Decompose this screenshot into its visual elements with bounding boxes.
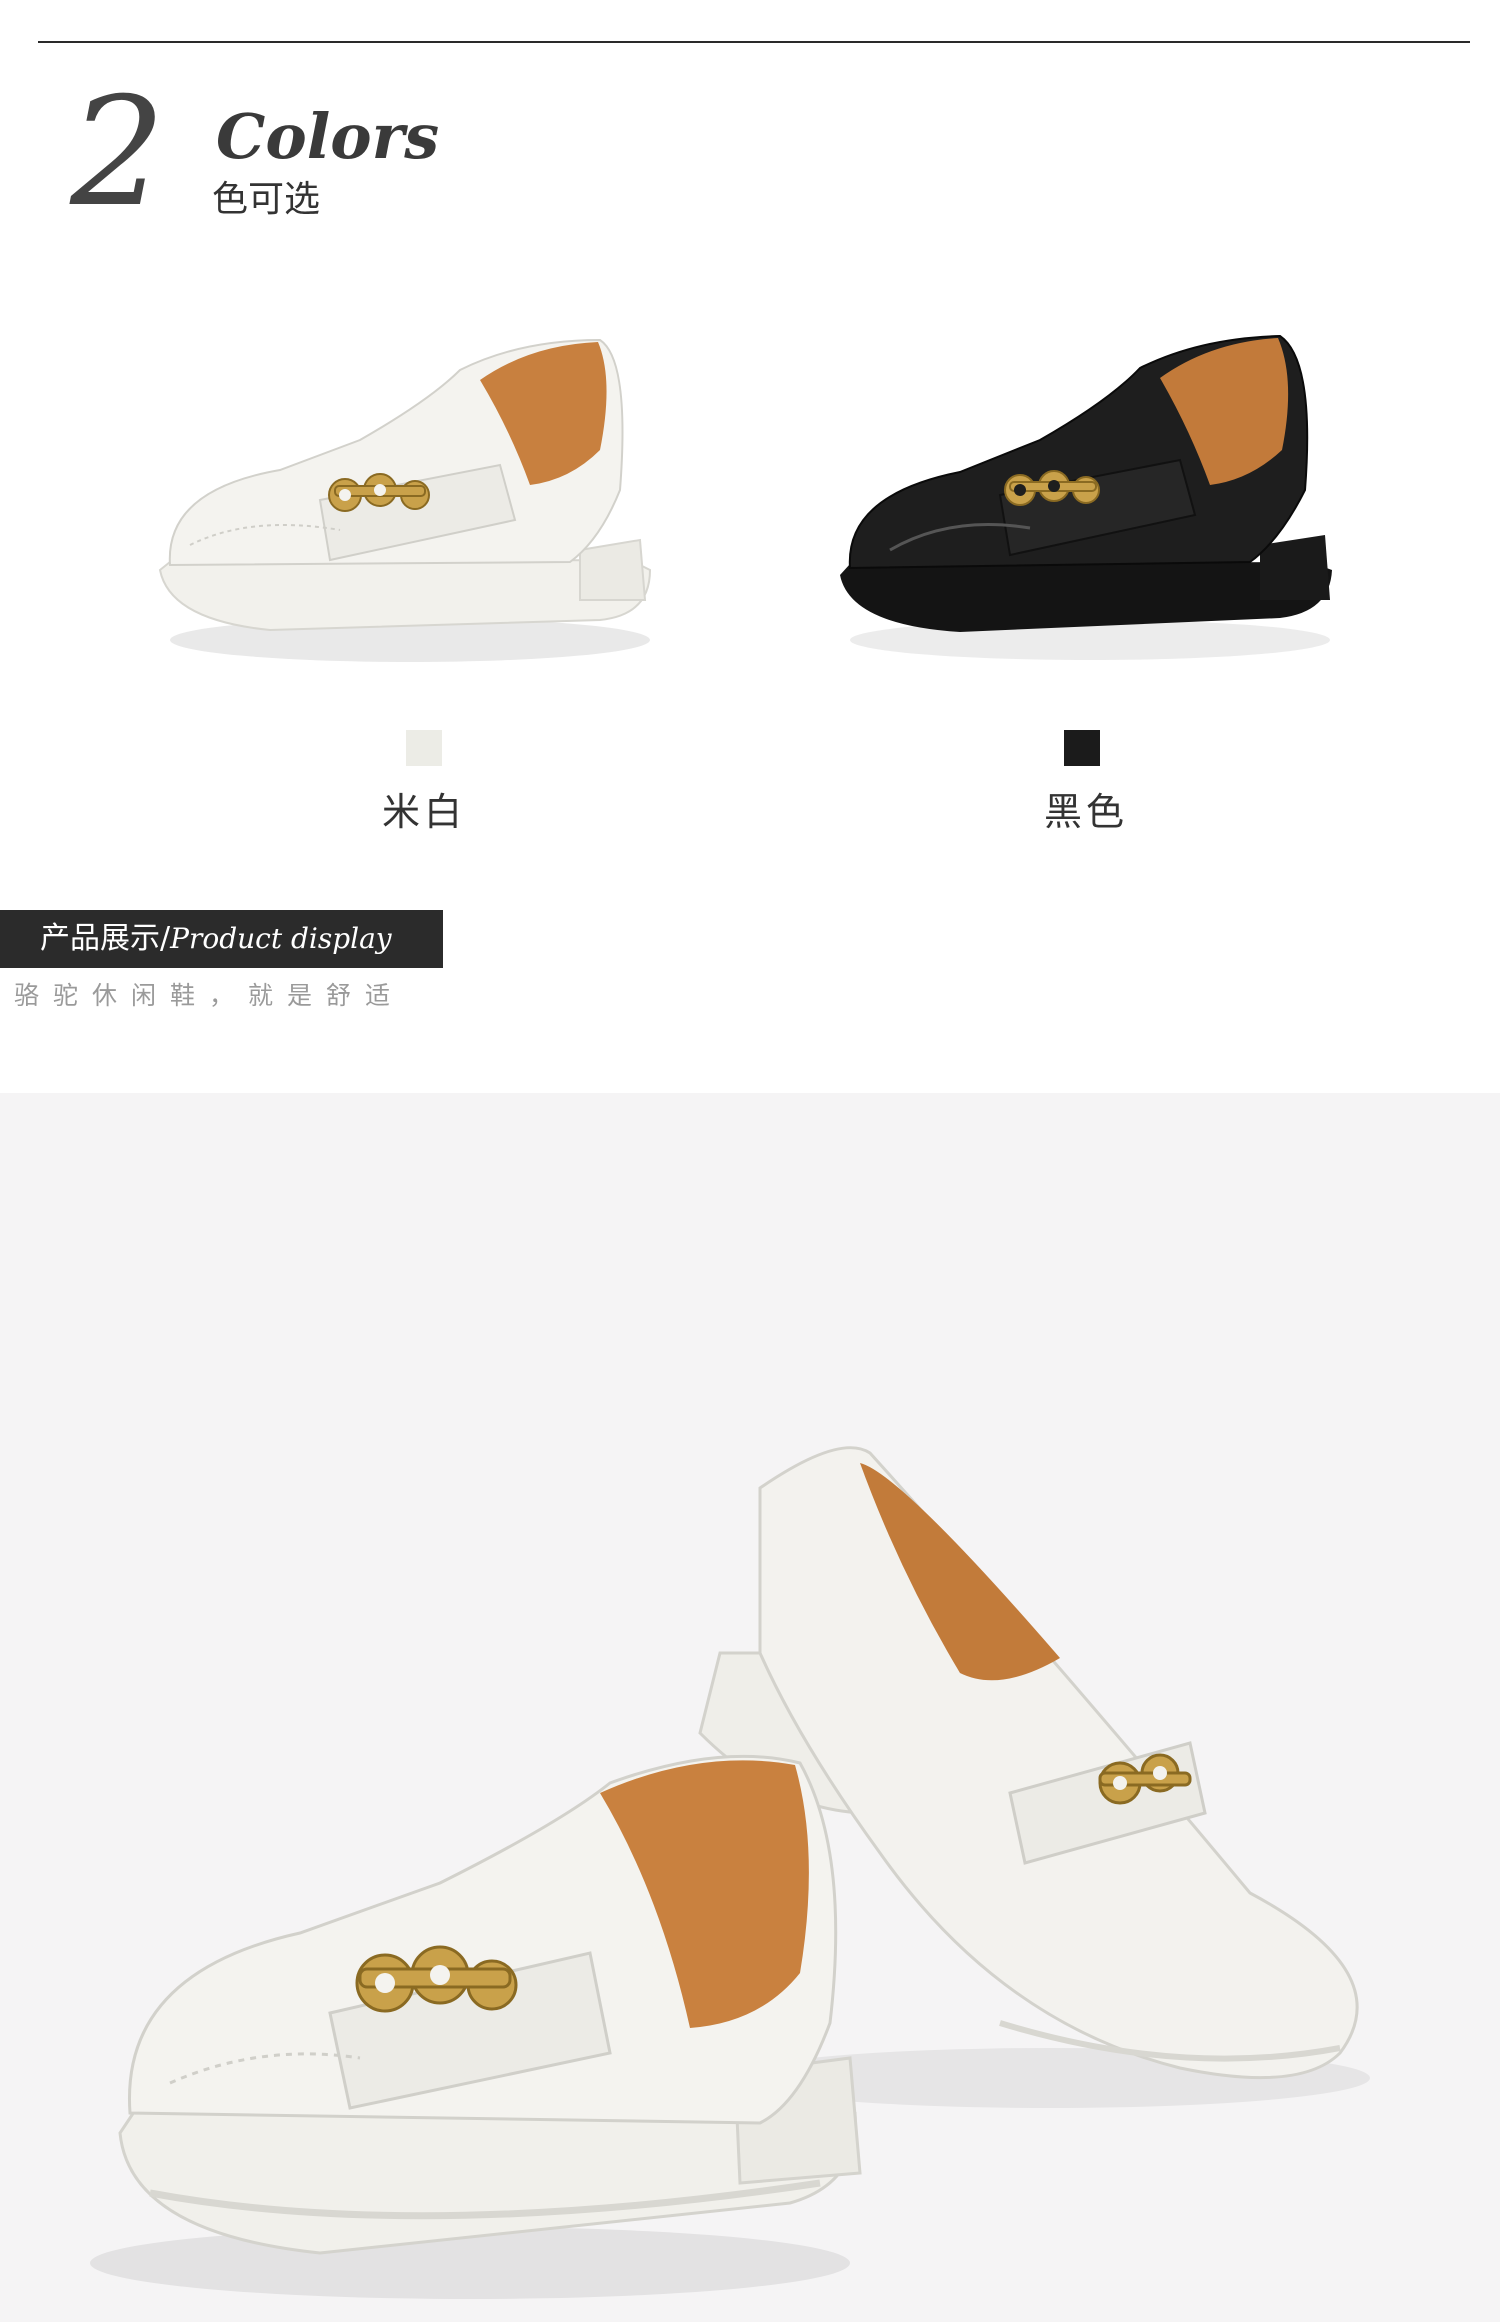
color-swatch-offwhite[interactable] bbox=[406, 730, 442, 766]
banner-title-en: Product display bbox=[170, 922, 392, 955]
colors-heading: 2 Colors 色可选 bbox=[70, 78, 450, 242]
black-loafer-image[interactable] bbox=[810, 300, 1370, 700]
hero-product-photo[interactable] bbox=[0, 1093, 1500, 2322]
color-count-numeral: 2 bbox=[70, 66, 166, 240]
colors-heading-word: Colors bbox=[216, 100, 440, 173]
white-loafer-image[interactable] bbox=[130, 300, 690, 700]
top-divider bbox=[38, 41, 1470, 43]
color-swatch-black[interactable] bbox=[1064, 730, 1100, 766]
banner-title-cn: 产品展示/ bbox=[40, 921, 171, 956]
display-subtitle: 骆驼休闲鞋，就是舒适 bbox=[14, 981, 405, 1010]
color-label-offwhite: 米白 bbox=[381, 790, 466, 834]
colors-subheading: 色可选 bbox=[212, 179, 321, 220]
banner-text: 产品展示/Product display bbox=[40, 910, 392, 968]
product-display-banner: 产品展示/Product display bbox=[0, 910, 443, 968]
color-label-black: 黑色 bbox=[1043, 790, 1128, 834]
